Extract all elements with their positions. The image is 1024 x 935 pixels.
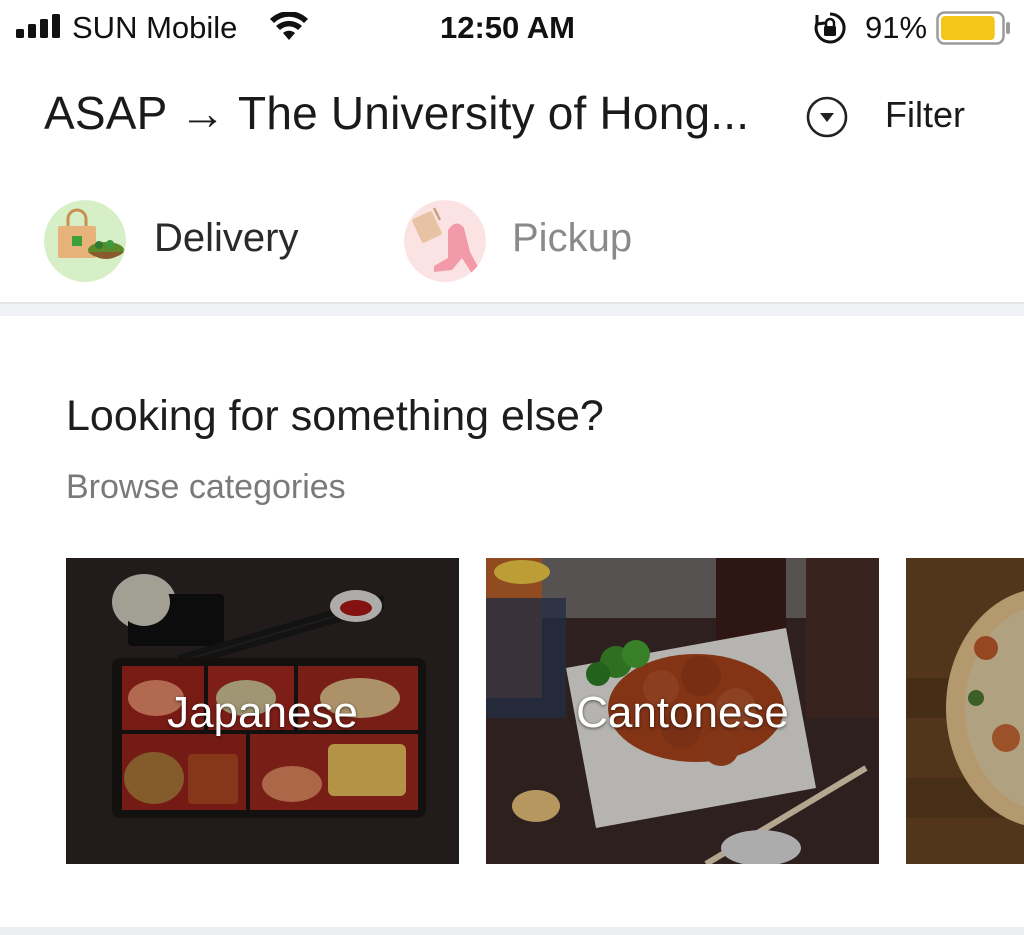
filter-button[interactable]: Filter [885, 94, 965, 136]
mode-tabs: Delivery Pickup [0, 174, 1024, 304]
category-label-cantonese: Cantonese [576, 688, 789, 737]
tab-pickup[interactable]: Pickup [404, 196, 704, 282]
chevron-down-circle-icon[interactable] [805, 95, 849, 139]
section-title: Looking for something else? [66, 392, 604, 440]
pickup-walker-icon [404, 200, 486, 282]
tab-delivery-label: Delivery [154, 216, 299, 260]
wifi-icon [270, 12, 308, 40]
battery-icon [936, 11, 1010, 45]
signal-icon [16, 14, 60, 38]
status-time: 12:50 AM [440, 10, 575, 45]
category-label-japanese: Japanese [167, 688, 358, 737]
category-card-cantonese[interactable]: Cantonese [486, 558, 879, 864]
status-bar: SUN Mobile 12:50 AM 91% [0, 0, 1024, 56]
carrier-name: SUN Mobile [72, 10, 238, 45]
tab-delivery[interactable]: Delivery [44, 196, 344, 282]
pizza-image [906, 558, 1024, 864]
category-card-japanese[interactable]: Japanese [66, 558, 459, 864]
delivery-location-selector[interactable]: ASAP → The University of Hong... [44, 86, 749, 140]
section-divider [0, 304, 1024, 316]
orientation-lock-icon [814, 12, 846, 44]
section-subtitle: Browse categories [66, 468, 346, 506]
delivery-bag-icon [44, 200, 126, 282]
tab-pickup-label: Pickup [512, 216, 633, 260]
battery-percent: 91% [865, 10, 928, 45]
bottom-divider [0, 927, 1024, 935]
top-nav: ASAP → The University of Hong... Filter [0, 56, 1024, 174]
category-card-pizza[interactable] [906, 558, 1024, 864]
